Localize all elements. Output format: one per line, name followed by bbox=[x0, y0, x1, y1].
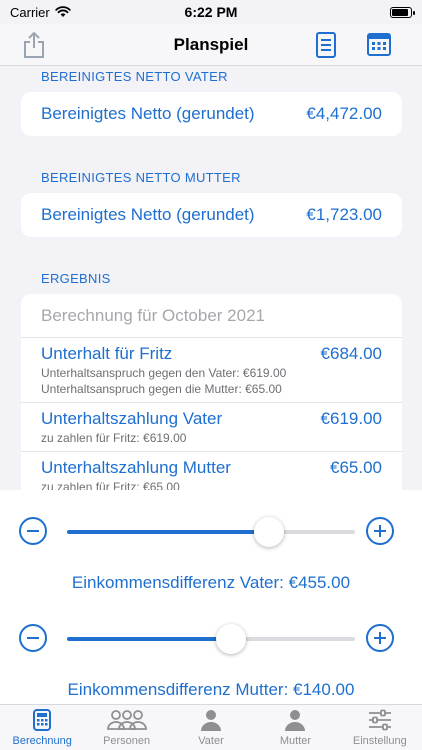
einkommensdifferenz-vater-label: Einkommensdifferenz Vater: €455.00 bbox=[71, 573, 351, 592]
results-scroll-view[interactable]: BEREINIGTES NETTO VATER Bereinigtes Nett… bbox=[0, 66, 422, 490]
battery-icon bbox=[390, 6, 415, 18]
result-value: €619.00 bbox=[320, 409, 382, 428]
status-bar: Carrier 6:22 PM bbox=[0, 0, 422, 24]
card-netto-vater: Bereinigtes Netto (gerundet) €4,472.00 bbox=[21, 92, 402, 136]
tab-personen[interactable]: Personen bbox=[84, 705, 168, 750]
einkommensdifferenz-mutter-label: Einkommensdifferenz Mutter: €140.00 bbox=[67, 680, 355, 699]
slider-thumb[interactable] bbox=[216, 624, 247, 654]
people-icon bbox=[106, 710, 147, 730]
card-netto-mutter: Bereinigtes Netto (gerundet) €1,723.00 bbox=[21, 193, 402, 237]
tab-einstellung[interactable]: Einstellung bbox=[338, 705, 422, 750]
calculator-icon bbox=[33, 709, 52, 731]
tab-bar: Berechnung Personen Vater Mutter Einstel… bbox=[0, 704, 422, 750]
row-netto-mutter[interactable]: Bereinigtes Netto (gerundet) €1,723.00 bbox=[21, 193, 402, 237]
netto-vater-label: Bereinigtes Netto (gerundet) bbox=[41, 104, 255, 123]
tab-vater[interactable]: Vater bbox=[169, 705, 253, 750]
tab-label: Vater bbox=[198, 735, 224, 747]
section-header-netto-vater: BEREINIGTES NETTO VATER bbox=[41, 69, 228, 84]
tab-label: Einstellung bbox=[352, 735, 407, 747]
tab-mutter[interactable]: Mutter bbox=[253, 705, 337, 750]
result-label: Unterhalt für Fritz bbox=[41, 344, 173, 363]
result-label: Unterhaltszahlung Mutter bbox=[41, 458, 231, 477]
decrease-vater-button[interactable] bbox=[19, 517, 47, 545]
slider-mutter[interactable] bbox=[67, 624, 355, 654]
status-time: 6:22 PM bbox=[184, 4, 238, 20]
slider-vater[interactable] bbox=[67, 517, 355, 547]
slider-panel: Einkommensdifferenz Vater: €455.00 Einko… bbox=[0, 490, 422, 704]
netto-vater-value: €4,472.00 bbox=[306, 104, 382, 123]
result-label: Unterhaltszahlung Vater bbox=[41, 409, 223, 428]
person-icon bbox=[201, 710, 222, 731]
netto-mutter-label: Bereinigtes Netto (gerundet) bbox=[41, 205, 255, 224]
decrease-mutter-button[interactable] bbox=[19, 624, 47, 652]
person-icon bbox=[285, 710, 306, 731]
row-netto-vater[interactable]: Bereinigtes Netto (gerundet) €4,472.00 bbox=[21, 92, 402, 136]
result-value: €65.00 bbox=[330, 458, 382, 477]
result-detail: zu zahlen für Fritz: €65.00 bbox=[41, 480, 180, 490]
result-detail: Unterhaltsanspruch gegen den Vater: €619… bbox=[41, 366, 287, 380]
result-detail: zu zahlen für Fritz: €619.00 bbox=[41, 431, 187, 445]
card-ergebnis: Berechnung für October 2021 Unterhalt fü… bbox=[21, 294, 402, 490]
list-icon[interactable] bbox=[315, 31, 337, 59]
tab-berechnung[interactable]: Berechnung bbox=[0, 705, 84, 750]
tab-label: Berechnung bbox=[12, 735, 72, 747]
result-row-zahlung-mutter[interactable]: Unterhaltszahlung Mutter €65.00 zu zahle… bbox=[21, 452, 402, 490]
slider-fill bbox=[67, 530, 269, 534]
result-row-unterhalt[interactable]: Unterhalt für Fritz €684.00 Unterhaltsan… bbox=[21, 338, 402, 403]
tab-label: Personen bbox=[103, 735, 151, 747]
result-row-zahlung-vater[interactable]: Unterhaltszahlung Vater €619.00 zu zahle… bbox=[21, 403, 402, 452]
sliders-icon bbox=[368, 709, 391, 731]
calculation-title: Berechnung für October 2021 bbox=[21, 294, 402, 338]
netto-mutter-value: €1,723.00 bbox=[306, 205, 382, 224]
slider-fill bbox=[67, 637, 232, 641]
share-icon[interactable] bbox=[22, 31, 46, 59]
calendar-icon[interactable] bbox=[366, 31, 392, 57]
tab-label: Mutter bbox=[279, 735, 312, 747]
increase-vater-button[interactable] bbox=[366, 517, 394, 545]
navigation-bar: Planspiel bbox=[0, 24, 422, 66]
slider-thumb[interactable] bbox=[253, 517, 284, 547]
increase-mutter-button[interactable] bbox=[366, 624, 394, 652]
page-title: Planspiel bbox=[173, 34, 249, 54]
result-value: €684.00 bbox=[320, 344, 382, 363]
result-detail: Unterhaltsanspruch gegen die Mutter: €65… bbox=[41, 382, 282, 396]
section-header-netto-mutter: BEREINIGTES NETTO MUTTER bbox=[41, 170, 241, 185]
section-header-ergebnis: ERGEBNIS bbox=[41, 271, 111, 286]
